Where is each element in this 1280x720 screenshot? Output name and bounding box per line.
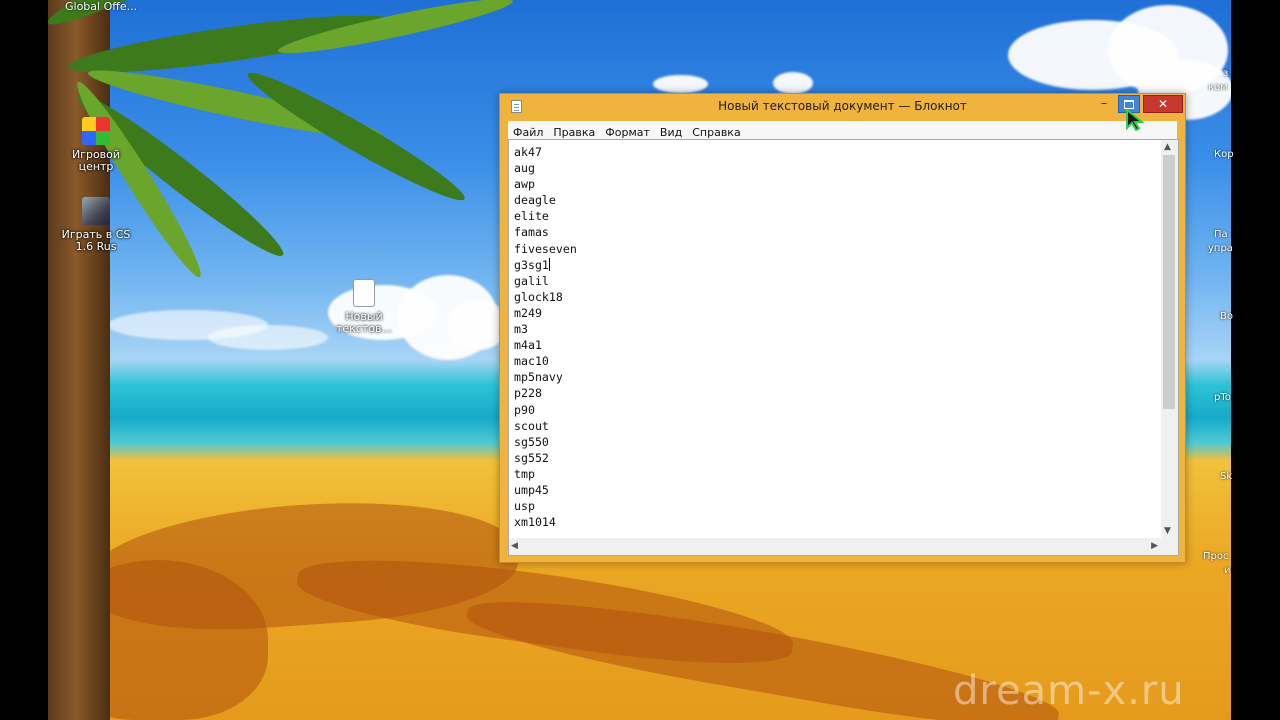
text-line: famas (514, 225, 549, 240)
menu-file[interactable]: Файл (508, 124, 548, 139)
watermark: dream-x.ru (953, 668, 1185, 714)
desktop-icon-new-text-doc[interactable]: Новый текстов... (324, 279, 404, 335)
desktop-icon-label-partial: ком (1208, 82, 1228, 93)
text-document-icon (353, 279, 375, 307)
menu-format[interactable]: Формат (600, 124, 655, 139)
notepad-window[interactable]: Новый текстовый документ — Блокнот – ✕ Ф… (499, 93, 1186, 563)
palm-frond (241, 61, 472, 212)
cloud (773, 72, 813, 94)
vertical-scrollbar[interactable]: ▲ ▼ (1161, 140, 1178, 538)
scroll-right-icon[interactable]: ▶ (1151, 541, 1158, 551)
desktop-icon-label-partial: Па (1214, 229, 1228, 240)
text-line: m249 (514, 305, 542, 320)
scroll-up-icon[interactable]: ▲ (1164, 142, 1171, 152)
cs-shortcut-icon (82, 197, 110, 225)
cloud (653, 75, 708, 93)
text-line: ump45 (514, 482, 549, 497)
desktop-icon-label-partial: з (1223, 68, 1229, 79)
text-line: g3sg1 (514, 257, 550, 272)
desktop-icon-label-partial: упра (1208, 243, 1233, 254)
text-line: deagle (514, 193, 556, 208)
desktop-icon-label: Игровой центр (71, 148, 121, 173)
text-line: tmp (514, 466, 535, 481)
desktop-icon-label-partial: Прос (1203, 551, 1229, 562)
desktop-icon-label-partial: Кор (1214, 149, 1234, 160)
desktop-icon-cs-shortcut[interactable]: Играть в CS 1.6 Rus (56, 197, 136, 253)
text-line: awp (514, 177, 535, 192)
title-bar[interactable]: Новый текстовый документ — Блокнот – ✕ (500, 94, 1185, 120)
text-line: xm1014 (514, 515, 556, 530)
desktop-icon-label: Играть в CS 1.6 Rus (61, 228, 131, 253)
cloud (208, 325, 328, 350)
desktop-icon-label-partial: и (1224, 565, 1231, 576)
window-title: Новый текстовый документ — Блокнот (718, 99, 967, 113)
text-line: aug (514, 161, 535, 176)
desktop-icon-label: Новый текстов... (336, 310, 392, 335)
close-button[interactable]: ✕ (1143, 95, 1183, 113)
text-line: ak47 (514, 145, 542, 159)
text-line: m3 (514, 322, 528, 337)
desktop-icon-label-partial: Во (1220, 311, 1233, 322)
taskbar-label[interactable]: Global Offe... (65, 0, 137, 13)
menu-view[interactable]: Вид (655, 124, 687, 139)
text-caret (548, 257, 550, 271)
editor-area[interactable]: ak47 aug awp deagle elite famas fiveseven g3sg1… (508, 139, 1179, 556)
text-line: m4a1 (514, 338, 542, 353)
menu-help[interactable]: Справка (687, 124, 745, 139)
horizontal-scrollbar[interactable]: ◀ ▶ (509, 538, 1162, 555)
maximize-icon (1124, 100, 1134, 109)
text-line: galil (514, 273, 549, 288)
text-line: usp (514, 499, 535, 514)
text-line: mp5navy (514, 370, 563, 385)
menu-edit[interactable]: Правка (548, 124, 600, 139)
desktop-icon-game-center[interactable]: Игровой центр (56, 117, 136, 173)
scroll-down-icon[interactable]: ▼ (1164, 526, 1171, 536)
text-content[interactable]: ak47 aug awp deagle elite famas fiveseven g3sg1… (514, 144, 1154, 534)
game-center-icon (82, 117, 110, 145)
scrollbar-thumb[interactable] (1163, 155, 1175, 409)
text-line: p228 (514, 386, 542, 401)
text-line: elite (514, 209, 549, 224)
text-line: glock18 (514, 289, 563, 304)
minimize-button[interactable]: – (1090, 95, 1118, 113)
text-line: fiveseven (514, 241, 577, 256)
text-line: scout (514, 418, 549, 433)
resize-grip[interactable] (1161, 538, 1178, 555)
scroll-left-icon[interactable]: ◀ (511, 541, 518, 551)
text-line: p90 (514, 402, 535, 417)
text-line: sg552 (514, 450, 549, 465)
mouse-cursor-icon (1126, 109, 1145, 131)
menu-bar: Файл Правка Формат Вид Справка (508, 121, 1177, 139)
desktop-icon-label-partial: pTo (1214, 392, 1231, 403)
desktop-icon-label-partial: Sk (1220, 471, 1233, 482)
text-line: mac10 (514, 354, 549, 369)
text-line: sg550 (514, 434, 549, 449)
